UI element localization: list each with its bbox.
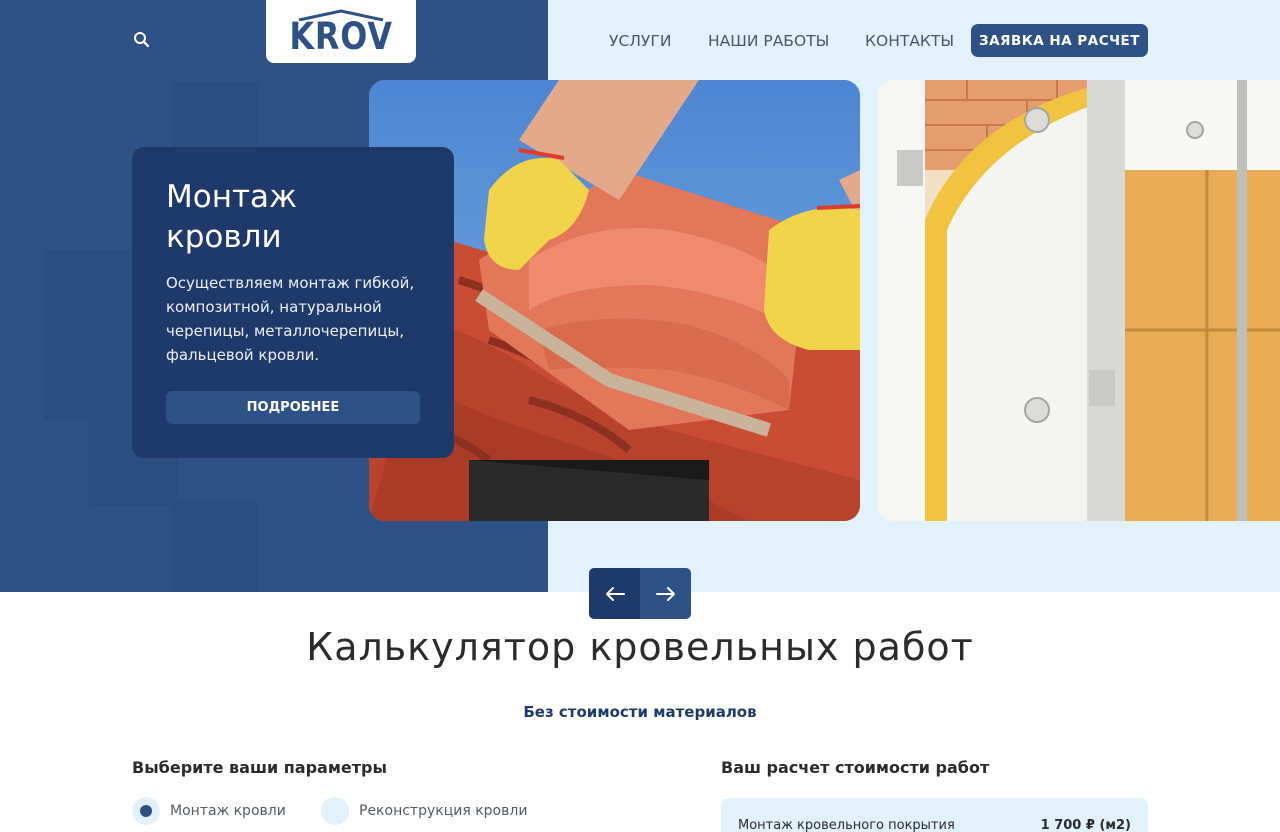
slide-image-insulation bbox=[877, 80, 1280, 521]
option-label: Монтаж кровли bbox=[170, 803, 286, 819]
nav-item-works[interactable]: НАШИ РАБОТЫ bbox=[708, 24, 829, 57]
logo-text: KROV bbox=[289, 15, 393, 58]
slider-controls bbox=[589, 568, 691, 619]
decor-block bbox=[44, 250, 132, 420]
nav-item-services[interactable]: УСЛУГИ bbox=[609, 24, 671, 57]
option-roof-reconstruction[interactable]: Реконструкция кровли bbox=[321, 797, 527, 825]
nav-link[interactable]: КОНТАКТЫ bbox=[865, 32, 954, 50]
hero-description: Осуществляем монтаж гибкой, композитной,… bbox=[166, 274, 415, 364]
result-item-price: 1 700 ₽ (м2) bbox=[1040, 818, 1131, 832]
result-heading: Ваш расчет стоимости работ bbox=[721, 758, 990, 777]
logo[interactable]: KROV bbox=[266, 0, 416, 63]
nav-link[interactable]: НАШИ РАБОТЫ bbox=[708, 32, 829, 50]
more-button[interactable]: ПОДРОБНЕЕ bbox=[166, 391, 420, 424]
result-row: Монтаж кровельного покрытия 1 700 ₽ (м2) bbox=[721, 798, 1148, 832]
hero-title: Монтаж кровли bbox=[166, 179, 297, 255]
params-heading: Выберите ваши параметры bbox=[132, 758, 387, 777]
radio-dot bbox=[140, 805, 152, 817]
option-roof-installation[interactable]: Монтаж кровли bbox=[132, 797, 286, 825]
hero-info-card: Монтаж кровли Осуществляем монтаж гибкой… bbox=[132, 147, 454, 458]
calculator-title: Калькулятор кровельных работ bbox=[306, 625, 974, 669]
search-icon[interactable] bbox=[132, 30, 152, 50]
arrow-left-icon bbox=[605, 586, 625, 601]
decor-block bbox=[172, 500, 258, 592]
page: KROV УСЛУГИ НАШИ РАБОТЫ КОНТАКТЫ ЗАЯВКА … bbox=[0, 0, 1280, 832]
nav-link[interactable]: УСЛУГИ bbox=[609, 32, 671, 50]
radio-button[interactable] bbox=[321, 797, 349, 825]
next-slide-button[interactable] bbox=[640, 568, 691, 619]
result-item-name: Монтаж кровельного покрытия bbox=[738, 818, 955, 832]
option-label: Реконструкция кровли bbox=[359, 803, 528, 819]
prev-slide-button[interactable] bbox=[589, 568, 640, 619]
radio-button-selected[interactable] bbox=[132, 797, 160, 825]
request-quote-button[interactable]: ЗАЯВКА НА РАСЧЕТ bbox=[971, 24, 1148, 57]
nav-item-contacts[interactable]: КОНТАКТЫ bbox=[865, 24, 954, 57]
calculator-subtitle: Без стоимости материалов bbox=[523, 703, 757, 721]
arrow-right-icon bbox=[655, 586, 675, 601]
